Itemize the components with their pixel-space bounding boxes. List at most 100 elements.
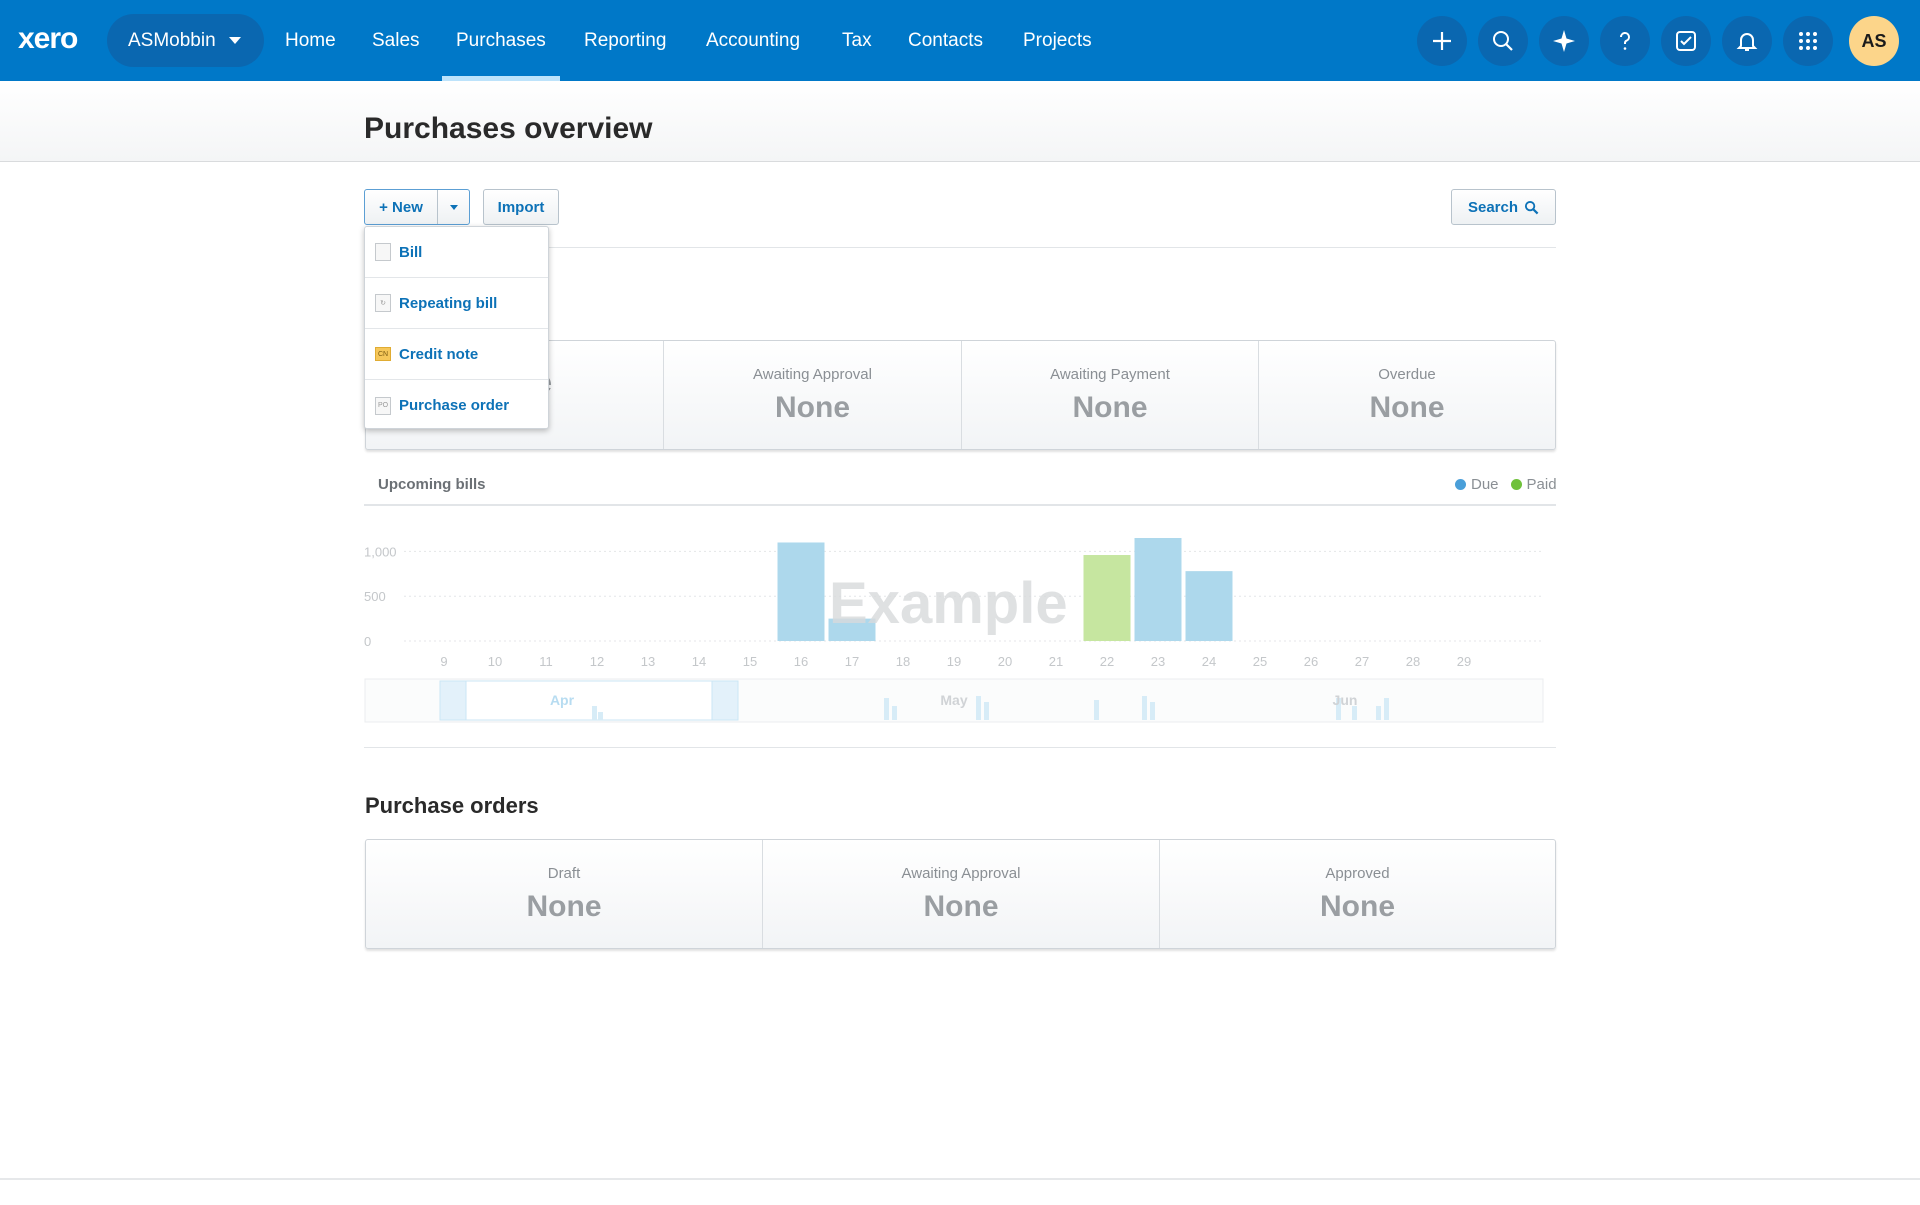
navigator-month-label: May	[940, 692, 967, 708]
summary-awaiting-approval[interactable]: Awaiting Approval None	[663, 341, 961, 449]
search-button[interactable]: Search	[1451, 189, 1556, 225]
legend-due-dot	[1455, 479, 1466, 490]
help-icon[interactable]	[1600, 16, 1650, 66]
chart-title: Upcoming bills	[378, 476, 486, 493]
menu-item-label: Repeating bill	[399, 294, 498, 312]
avatar[interactable]: AS	[1849, 16, 1899, 66]
po-approved[interactable]: Approved None	[1159, 840, 1555, 948]
menu-item-bill[interactable]: Bill	[365, 227, 548, 278]
x-tick-label: 14	[692, 654, 706, 669]
range-selection	[439, 680, 727, 721]
summary-overdue[interactable]: Overdue None	[1258, 341, 1555, 449]
x-tick-label: 25	[1253, 654, 1267, 669]
xero-logo[interactable]: xero	[18, 22, 78, 58]
po-draft[interactable]: Draft None	[366, 840, 762, 948]
menu-item-repeating-bill[interactable]: ↻ Repeating bill	[365, 278, 548, 329]
nav-sales[interactable]: Sales	[372, 0, 420, 81]
tasks-icon[interactable]	[1661, 16, 1711, 66]
menu-item-label: Bill	[399, 243, 423, 261]
footer-divider	[0, 1178, 1920, 1180]
import-button[interactable]: Import	[483, 189, 559, 225]
new-button[interactable]: + New	[364, 189, 470, 225]
nav-purchases[interactable]: Purchases	[442, 0, 560, 81]
x-tick-label: 12	[590, 654, 604, 669]
x-tick-label: 9	[440, 654, 447, 669]
chevron-down-icon	[228, 37, 241, 44]
x-tick-label: 29	[1457, 654, 1471, 669]
nav-reporting[interactable]: Reporting	[584, 0, 666, 81]
navigator-mini-bar	[984, 702, 989, 720]
summary-label: Approved	[1325, 865, 1390, 882]
summary-value: None	[1369, 391, 1445, 424]
apps-grid-icon[interactable]	[1783, 16, 1833, 66]
search-button-label: Search	[1467, 198, 1519, 216]
navigator-mini-bar	[884, 698, 889, 720]
search-icon[interactable]	[1478, 16, 1528, 66]
page-header	[0, 81, 1920, 162]
x-tick-label: 20	[998, 654, 1012, 669]
navigator-mini-bar	[598, 712, 603, 720]
menu-item-purchase-order[interactable]: PO Purchase order	[365, 380, 548, 431]
x-tick-label: 15	[743, 654, 757, 669]
x-tick-label: 17	[845, 654, 859, 669]
menu-item-label: Purchase order	[399, 397, 510, 414]
nav-projects[interactable]: Projects	[1023, 0, 1092, 81]
chart-legend: Due Paid	[1455, 476, 1557, 493]
navigator-mini-bar	[1352, 706, 1357, 720]
summary-value: None	[526, 890, 602, 923]
nav-contacts[interactable]: Contacts	[908, 0, 983, 81]
navigator-month-label: Apr	[550, 692, 575, 708]
navigator-mini-bar	[1094, 700, 1099, 720]
x-tick-label: 23	[1151, 654, 1165, 669]
navigator-mini-bar	[892, 706, 897, 720]
sparkle-icon[interactable]	[1539, 16, 1589, 66]
bar-due	[1134, 538, 1182, 641]
navigator-mini-bar	[1376, 706, 1381, 720]
navigator-mini-bar	[1384, 698, 1389, 720]
y-tick-label: 500	[364, 589, 386, 604]
summary-label: Awaiting Payment	[1050, 366, 1170, 383]
menu-item-label: Credit note	[399, 345, 479, 363]
page-title: Purchases overview	[364, 112, 653, 145]
x-tick-label: 10	[488, 654, 502, 669]
navigator-mini-bar	[1150, 702, 1155, 720]
po-awaiting-approval[interactable]: Awaiting Approval None	[762, 840, 1159, 948]
x-tick-label: 26	[1304, 654, 1318, 669]
example-watermark: Example	[829, 571, 1068, 636]
bar-paid	[1083, 555, 1131, 641]
summary-value: None	[1320, 890, 1395, 923]
summary-value: None	[923, 890, 999, 923]
nav-tax[interactable]: Tax	[842, 0, 872, 81]
bar-due	[1185, 571, 1233, 641]
new-dropdown-menu: Bill ↻ Repeating bill CN Credit note PO …	[364, 226, 549, 429]
summary-awaiting-payment[interactable]: Awaiting Payment None	[961, 341, 1258, 449]
navigator-mini-bar	[976, 696, 981, 720]
x-tick-label: 18	[896, 654, 910, 669]
bar-due	[777, 542, 825, 641]
x-tick-label: 13	[641, 654, 655, 669]
credit-note-icon: CN	[375, 347, 391, 361]
y-tick-label: 0	[364, 634, 371, 649]
range-handle-right	[711, 680, 739, 721]
summary-label: Draft	[547, 865, 581, 882]
x-tick-label: 24	[1202, 654, 1216, 669]
plus-icon[interactable]	[1417, 16, 1467, 66]
legend-paid-label: Paid	[1526, 476, 1557, 493]
new-dropdown-toggle[interactable]	[438, 190, 469, 224]
upcoming-bills-chart: 1,000 500 0 Example 9 10 11 12 13 14 15 16 17 18 19 20 2…	[364, 530, 1556, 730]
organisation-switcher[interactable]: ASMobbin	[107, 14, 264, 67]
navigator-month-label: Jun	[1333, 692, 1358, 708]
nav-home[interactable]: Home	[285, 0, 336, 81]
summary-label: Awaiting Approval	[753, 366, 872, 383]
navigator-mini-bar	[592, 706, 597, 720]
new-button-label[interactable]: + New	[365, 190, 438, 224]
y-tick-label: 1,000	[364, 544, 397, 559]
legend-paid-dot	[1510, 479, 1522, 490]
summary-label: Awaiting Approval	[901, 865, 1021, 882]
x-tick-label: 28	[1406, 654, 1420, 669]
bell-icon[interactable]	[1722, 16, 1772, 66]
nav-accounting[interactable]: Accounting	[706, 0, 800, 81]
x-tick-label: 27	[1355, 654, 1369, 669]
menu-item-credit-note[interactable]: CN Credit note	[365, 329, 548, 380]
search-icon	[1524, 200, 1539, 214]
